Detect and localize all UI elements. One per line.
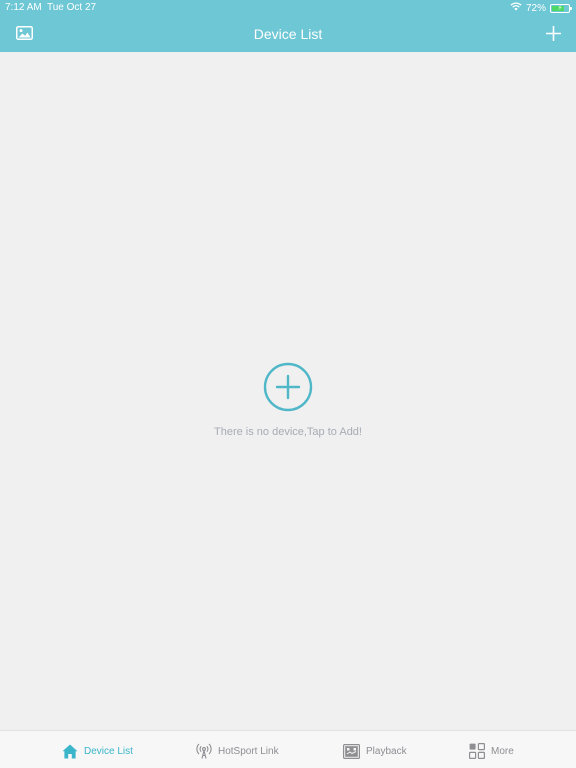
tab-playback[interactable]: Playback xyxy=(343,741,407,761)
add-circle-icon[interactable] xyxy=(263,362,313,412)
antenna-icon xyxy=(196,743,212,759)
page-title: Device List xyxy=(253,26,323,42)
plus-icon xyxy=(545,25,561,41)
tab-more[interactable]: More xyxy=(469,741,514,761)
status-indicators: 72% ⚡ xyxy=(510,2,572,14)
tab-label: HotSport Link xyxy=(218,745,279,757)
charging-bolt-icon: ⚡ xyxy=(557,4,563,12)
battery-percent: 72% xyxy=(525,2,546,14)
tab-label: More xyxy=(491,745,514,757)
grid-icon xyxy=(469,743,485,759)
tab-label: Device List xyxy=(84,745,133,757)
tab-label: Playback xyxy=(366,745,407,757)
empty-message[interactable]: There is no device,Tap to Add! xyxy=(214,426,362,438)
status-time: 7:12 AM xyxy=(5,2,42,13)
battery-icon: ⚡ xyxy=(550,3,572,13)
wifi-icon xyxy=(510,2,522,14)
playback-icon xyxy=(343,743,360,759)
navigation-header: 7:12 AM Tue Oct 27 72% ⚡ Device List xyxy=(0,0,576,52)
home-icon xyxy=(62,744,78,758)
status-bar: 7:12 AM Tue Oct 27 72% ⚡ xyxy=(0,0,576,16)
tab-bar: Device List HotSport Link Playback More xyxy=(0,730,576,768)
tab-device-list[interactable]: Device List xyxy=(62,741,133,761)
empty-state: There is no device,Tap to Add! xyxy=(0,362,576,438)
add-device-button[interactable] xyxy=(544,24,562,42)
tab-hotsport-link[interactable]: HotSport Link xyxy=(196,741,279,761)
status-date: Tue Oct 27 xyxy=(47,2,97,13)
